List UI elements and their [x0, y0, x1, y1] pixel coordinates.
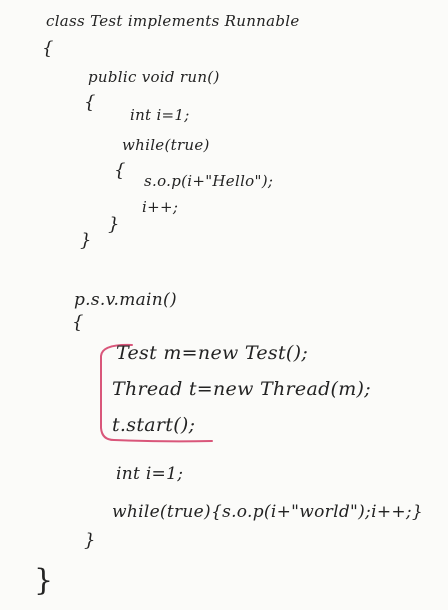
main-int-declaration: int i=1;: [116, 464, 184, 484]
main-while-loop: while(true){s.o.p(i+"world");i++;}: [112, 502, 424, 522]
main-close-brace: }: [84, 530, 96, 551]
class-close-brace: }: [34, 563, 54, 598]
main-create-thread: Thread t=new Thread(m);: [112, 378, 371, 400]
main-start-thread: t.start();: [112, 414, 196, 436]
whiteboard: class Test implements Runnable { public …: [0, 0, 448, 610]
main-create-test: Test m=new Test();: [116, 342, 309, 364]
